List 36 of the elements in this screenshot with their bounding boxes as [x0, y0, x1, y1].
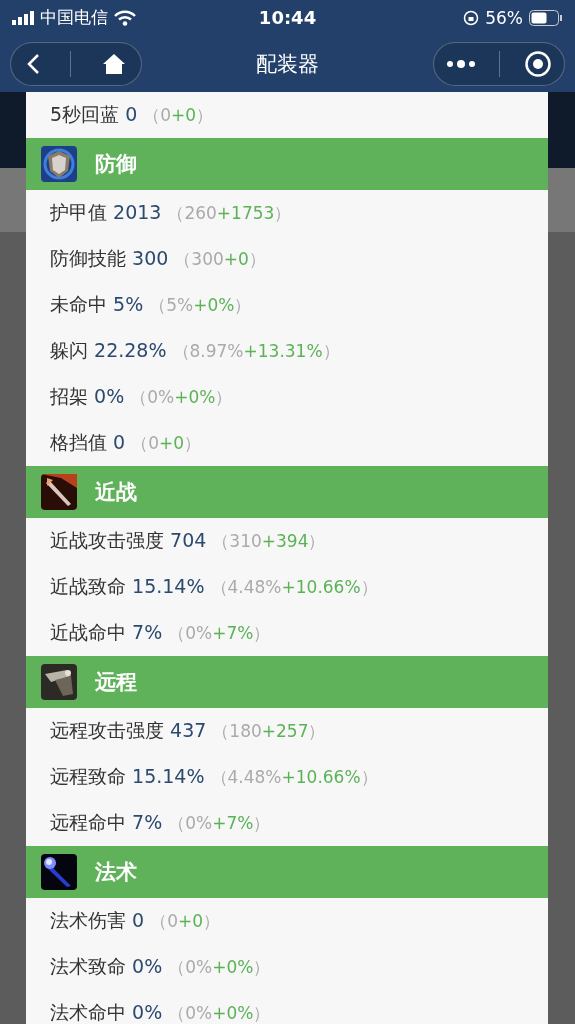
stat-line: 护甲值 2013 （260+1753）: [50, 200, 292, 225]
wifi-icon: [114, 9, 136, 26]
stat-line: 招架 0% （0%+0%）: [50, 384, 233, 409]
section-title: 近战: [95, 479, 137, 506]
shield-icon: [41, 146, 77, 182]
page-title: 配装器: [256, 50, 319, 78]
carrier-name: 中国电信: [40, 6, 108, 29]
clock-time: 10:44: [258, 7, 317, 28]
section-title: 防御: [95, 151, 137, 178]
back-button[interactable]: [26, 52, 41, 75]
section-title: 法术: [95, 859, 137, 886]
stat-line: 远程致命 15.14% （4.48%+10.66%）: [50, 764, 378, 789]
stat-line: 远程攻击强度 437 （180+257）: [50, 718, 326, 743]
stat-line: 近战命中 7% （0%+7%）: [50, 620, 271, 645]
sword-icon: [41, 474, 77, 510]
stat-line: 格挡值 0 （0+0）: [50, 430, 202, 455]
home-button[interactable]: [101, 52, 126, 75]
stat-line: 近战致命 15.14% （4.48%+10.66%）: [50, 574, 378, 599]
stat-line: 法术命中 0% （0%+0%）: [50, 1000, 271, 1024]
stat-line: 法术伤害 0 （0+0）: [50, 908, 221, 933]
ranged-weapon-icon: [41, 664, 77, 700]
stat-line: 防御技能 300 （300+0）: [50, 246, 266, 271]
stat-line: 5秒回蓝 0 （0+0）: [50, 102, 214, 127]
battery-percent: 56%: [485, 7, 523, 28]
signal-icon: [12, 10, 34, 25]
stat-line: 近战攻击强度 704 （310+394）: [50, 528, 326, 553]
stat-line: 法术致命 0% （0%+0%）: [50, 954, 271, 979]
comet-icon: [41, 854, 77, 890]
more-button[interactable]: [445, 58, 476, 69]
stat-line: 未命中 5% （5%+0%）: [50, 292, 252, 317]
rotation-lock-icon: [463, 9, 480, 26]
stat-line: 躲闪 22.28% （8.97%+13.31%）: [50, 338, 340, 363]
battery-icon: [529, 9, 563, 26]
stat-line: 远程命中 7% （0%+7%）: [50, 810, 271, 835]
close-button[interactable]: [524, 49, 553, 78]
section-title: 远程: [95, 669, 137, 696]
